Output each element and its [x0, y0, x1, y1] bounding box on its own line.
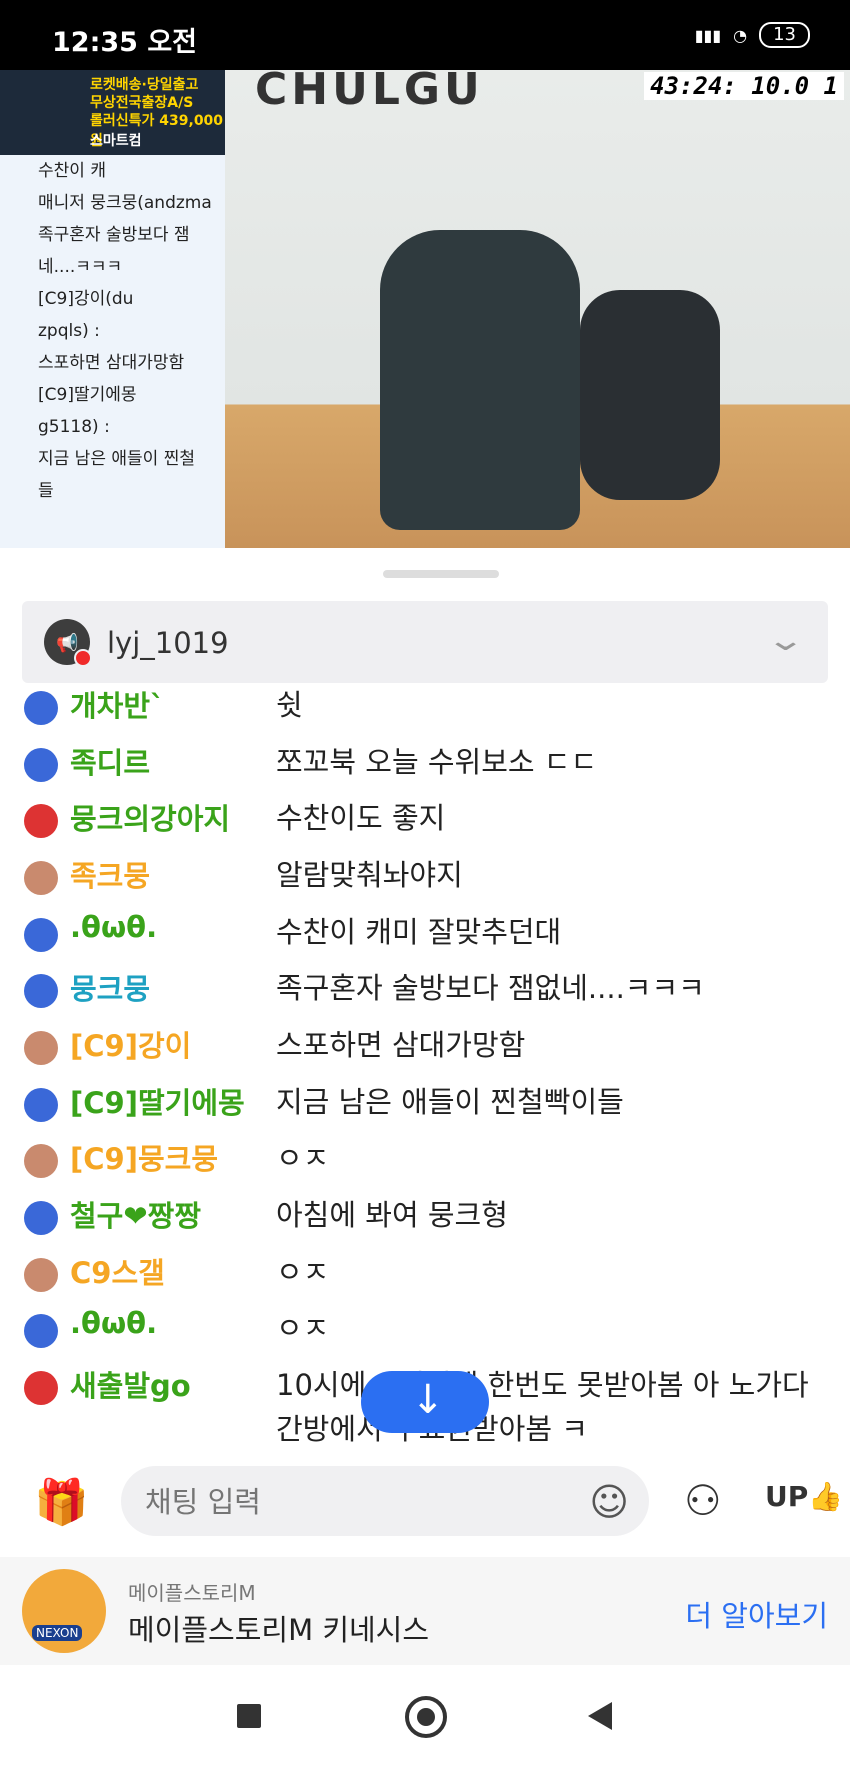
clock: 12:35 오전 [52, 27, 198, 58]
ad-banner[interactable]: NEXON 메이플스토리M 메이플스토리M 키네시스 더 알아보기 [0, 1557, 850, 1665]
chat-message[interactable]: .θωθ. 수찬이 캐미 잘맞추던대 [0, 910, 850, 966]
status-bar: 12:35 오전 ▮▮▮ ◔ 13 [0, 0, 850, 70]
chat-text: 족구혼자 술방보다 잼없네....ㅋㅋㅋ [276, 971, 705, 1005]
user-badge-icon [24, 861, 58, 895]
user-badge-icon [24, 918, 58, 952]
user-badge-icon [24, 1314, 58, 1348]
user-badge-icon [24, 974, 58, 1008]
chat-message[interactable]: 개차반` 쉿 [0, 683, 850, 739]
arrow-down-icon: ↓ [411, 1377, 445, 1423]
chat-nickname[interactable]: 철구❤짱짱 [70, 1193, 201, 1235]
chat-input[interactable] [143, 1478, 567, 1526]
wifi-icon: ◔ [733, 25, 748, 45]
stream-ad-banner: 로켓배송·당일출고 무상전국출장A/S 롤러신특가 439,000원 스마트컴 [0, 70, 225, 155]
chat-text: 수찬이 캐미 잘맞추던대 [276, 915, 562, 949]
chat-nickname[interactable]: 개차반` [70, 683, 165, 725]
chat-text: 쪼꼬북 오늘 수위보소 ㄷㄷ [276, 745, 598, 779]
back-icon[interactable] [588, 1702, 612, 1730]
learn-more-link[interactable]: 더 알아보기 [685, 1593, 828, 1635]
ad-title: 메이플스토리M 키네시스 [128, 1613, 430, 1647]
recent-apps-icon[interactable] [237, 1704, 261, 1728]
ad-subtitle: 메이플스토리M [128, 1581, 256, 1605]
user-badge-icon [24, 1144, 58, 1178]
chat-text: 스포하면 삼대가망함 [276, 1028, 526, 1062]
chat-message[interactable]: 족크뭉 알람맞춰놔야지 [0, 853, 850, 909]
chat-nickname[interactable]: [C9]딸기에몽 [70, 1080, 245, 1122]
chat-nickname[interactable]: .θωθ. [70, 910, 157, 944]
user-badge-icon [24, 1031, 58, 1065]
chat-nickname[interactable]: .θωθ. [70, 1306, 157, 1340]
broadcaster-avatar: 📢 [44, 619, 92, 667]
stools-image [580, 290, 720, 500]
stream-timer: 43:24: 10.0 1 [644, 72, 844, 100]
user-badge-icon [24, 748, 58, 782]
user-badge-icon [24, 1258, 58, 1292]
battery-icon: 13 [759, 22, 810, 48]
chat-message[interactable]: [C9]강이 스포하면 삼대가망함 [0, 1023, 850, 1079]
broadcaster-bar[interactable]: 📢 lyj_1019 ⌄ [22, 601, 828, 683]
chat-nickname[interactable]: [C9]강이 [70, 1023, 191, 1065]
scroll-to-bottom-button[interactable]: ↓ [361, 1371, 489, 1433]
chat-text: ㅇㅈ [276, 1311, 330, 1345]
chat-text: 쉿 [276, 688, 303, 722]
user-badge-icon [24, 1371, 58, 1405]
wall-brand-text: CHULGU [255, 70, 484, 115]
up-button[interactable]: UP👍 [765, 1480, 843, 1513]
home-icon[interactable] [405, 1696, 447, 1738]
chevron-down-icon[interactable]: ⌄ [765, 623, 805, 658]
stream-overlay-chat: 수찬이 캐 매니저 뭉크뭉(andzma 족구혼자 술방보다 잼 네....ㅋㅋ… [0, 155, 225, 548]
gift-icon[interactable]: 🎁 [34, 1476, 89, 1528]
chat-message[interactable]: [C9]딸기에몽 지금 남은 애들이 찐철빡이들 [0, 1080, 850, 1136]
chat-message[interactable]: .θωθ. ㅇㅈ [0, 1306, 850, 1362]
chat-nickname[interactable]: 새출발go [70, 1363, 191, 1405]
broadcaster-name: lyj_1019 [107, 626, 229, 660]
user-badge-icon [24, 1088, 58, 1122]
chat-text: 알람맞춰놔야지 [276, 858, 463, 892]
star-balloon-icon[interactable]: ⚇ [684, 1476, 722, 1525]
chat-message[interactable]: 뭉크의강아지 수찬이도 좋지 [0, 796, 850, 852]
chat-list[interactable]: 개차반` 쉿족디르 쪼꼬북 오늘 수위보소 ㄷㄷ 뭉크의강아지 수찬이도 좋지족크뭉 알람… [0, 683, 850, 1445]
thumbs-up-icon: 👍 [808, 1480, 844, 1513]
chat-message[interactable]: 뭉크뭉 족구혼자 술방보다 잼없네....ㅋㅋㅋ [0, 966, 850, 1022]
chat-nickname[interactable]: 뭉크뭉 [70, 966, 150, 1008]
system-nav-bar [0, 1668, 850, 1768]
chat-message[interactable]: 족디르 쪼꼬북 오늘 수위보소 ㄷㄷ [0, 740, 850, 796]
game-logo: NEXON [22, 1569, 106, 1653]
chat-text: 지금 남은 애들이 찐철빡이들 [276, 1085, 624, 1119]
emoji-icon[interactable]: ☺ [589, 1480, 629, 1524]
user-badge-icon [24, 1201, 58, 1235]
chat-nickname[interactable]: C9스갤 [70, 1250, 165, 1292]
chat-text: 아침에 봐여 뭉크형 [276, 1198, 508, 1232]
chat-nickname[interactable]: 뭉크의강아지 [70, 796, 230, 838]
drag-handle[interactable] [383, 570, 499, 578]
chat-nickname[interactable]: 족크뭉 [70, 853, 150, 895]
chat-text: 10시에 O머니게 한번도 못받아봄 아 노가다간방에서 무료권받아봄 ㅋ [276, 1368, 809, 1445]
chat-message[interactable]: C9스갤 ㅇㅈ [0, 1250, 850, 1306]
megaphone-icon: 📢 [56, 633, 79, 654]
chat-message[interactable]: [C9]뭉크뭉 ㅇㅈ [0, 1136, 850, 1192]
user-badge-icon [24, 691, 58, 725]
video-player[interactable]: CHULGU 로켓배송·당일출고 무상전국출장A/S 롤러신특가 439,000… [0, 70, 850, 548]
chair-image [380, 230, 580, 530]
chat-text: ㅇㅈ [276, 1141, 330, 1175]
live-dot [74, 649, 92, 667]
chat-nickname[interactable]: 족디르 [70, 740, 150, 782]
chat-nickname[interactable]: [C9]뭉크뭉 [70, 1136, 218, 1178]
chat-text: 수찬이도 좋지 [276, 801, 446, 835]
user-badge-icon [24, 804, 58, 838]
signal-icon: ▮▮▮ [694, 25, 722, 45]
chat-input-field[interactable]: ☺ [121, 1466, 649, 1536]
chat-input-bar: 🎁 ☺ ⚇ UP👍 [0, 1450, 850, 1550]
chat-text: ㅇㅈ [276, 1255, 330, 1289]
chat-message[interactable]: 철구❤짱짱 아침에 봐여 뭉크형 [0, 1193, 850, 1249]
